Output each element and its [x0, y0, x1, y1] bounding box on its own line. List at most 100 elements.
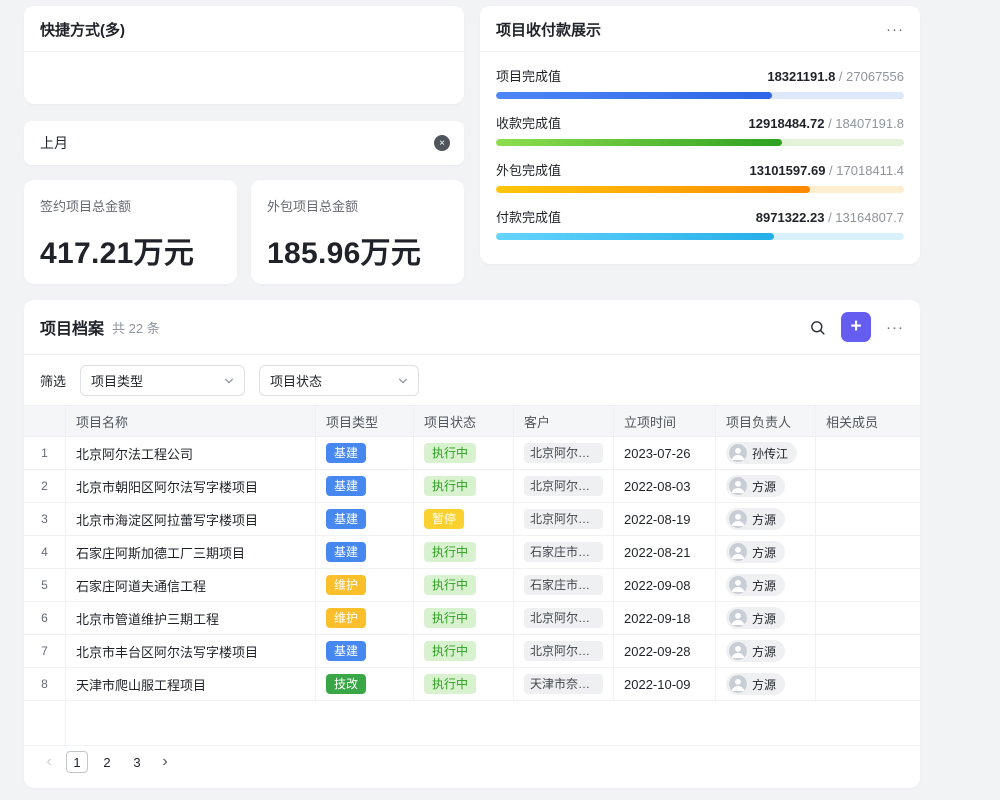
progress-bar — [496, 233, 904, 240]
next-page-icon[interactable]: › — [156, 753, 174, 771]
column-start-date: 立项时间 — [614, 406, 716, 436]
table-row[interactable]: 2北京市朝阳区阿尔法写字楼项目基建执行中北京阿尔法…2022-08-03方源 — [24, 470, 920, 503]
chevron-down-icon — [224, 376, 234, 386]
stat-card-outsourced-total: 外包项目总金额 185.96万元 — [251, 180, 464, 284]
table-actions: + ··· — [809, 312, 904, 342]
pagination: ‹ 123 › — [24, 751, 920, 788]
members-cell — [816, 470, 920, 502]
customer-tag: 北京阿尔法… — [524, 476, 603, 496]
project-status-cell: 暂停 — [414, 503, 514, 535]
project-type-cell: 技改 — [316, 668, 414, 700]
project-name-cell: 石家庄阿道夫通信工程 — [66, 569, 316, 601]
members-cell — [816, 536, 920, 568]
clear-filter-icon[interactable]: × — [434, 135, 450, 151]
progress-value: 8971322.23 / 13164807.7 — [756, 210, 904, 225]
date-filter[interactable]: 上月 × — [24, 121, 464, 165]
table-row[interactable]: 5石家庄阿道夫通信工程维护执行中石家庄市A县2022-09-08方源 — [24, 569, 920, 602]
owner-cell: 方源 — [716, 536, 816, 568]
table-more-icon[interactable]: ··· — [886, 320, 904, 335]
members-cell — [816, 437, 920, 469]
stat-value: 185.96万元 — [267, 228, 448, 272]
table-row[interactable]: 1北京阿尔法工程公司基建执行中北京阿尔法…2023-07-26孙传江 — [24, 437, 920, 470]
table-row[interactable]: 4石家庄阿斯加德工厂三期项目基建执行中石家庄市A县…2022-08-21方源 — [24, 536, 920, 569]
projects-table-card: 项目档案 共 22 条 + ··· 筛选 项目类型 项目状态 项 — [24, 300, 920, 788]
shortcuts-title: 快捷方式(多) — [40, 19, 125, 40]
progress-label: 付款完成值 — [496, 207, 561, 226]
owner-chip: 方源 — [726, 508, 785, 530]
owner-cell: 方源 — [716, 569, 816, 601]
dropdown-label: 项目状态 — [270, 371, 322, 390]
avatar — [729, 444, 747, 462]
type-tag: 基建 — [326, 476, 366, 496]
column-project-type: 项目类型 — [316, 406, 414, 436]
owner-chip: 方源 — [726, 640, 785, 662]
type-tag: 维护 — [326, 608, 366, 628]
status-tag: 执行中 — [424, 575, 476, 595]
members-cell — [816, 635, 920, 667]
project-status-cell: 执行中 — [414, 470, 514, 502]
customer-cell: 石家庄市A县… — [514, 536, 614, 568]
progress-row: 收款完成值12918484.72 / 18407191.8 — [496, 113, 904, 146]
project-type-filter[interactable]: 项目类型 — [80, 365, 245, 396]
payment-card-title: 项目收付款展示 — [496, 19, 601, 40]
column-project-name: 项目名称 — [66, 406, 316, 436]
project-name-cell: 北京市丰台区阿尔法写字楼项目 — [66, 635, 316, 667]
table-row[interactable]: 7北京市丰台区阿尔法写字楼项目基建执行中北京阿尔法…2022-09-28方源 — [24, 635, 920, 668]
owner-chip: 方源 — [726, 607, 785, 629]
start-date-cell: 2022-09-28 — [614, 635, 716, 667]
table-body: 1北京阿尔法工程公司基建执行中北京阿尔法…2023-07-26孙传江2北京市朝阳… — [24, 437, 920, 701]
progress-bar — [496, 186, 904, 193]
progress-bar — [496, 92, 904, 99]
filter-label: 筛选 — [40, 371, 66, 390]
status-tag: 执行中 — [424, 608, 476, 628]
project-name-cell: 北京市管道维护三期工程 — [66, 602, 316, 634]
column-customer: 客户 — [514, 406, 614, 436]
owner-name: 方源 — [752, 676, 776, 693]
page-button[interactable]: 3 — [126, 751, 148, 773]
customer-cell: 石家庄市A县 — [514, 569, 614, 601]
payment-card-header: 项目收付款展示 ··· — [480, 6, 920, 52]
owner-chip: 孙传江 — [726, 442, 797, 464]
customer-cell: 北京阿尔法… — [514, 635, 614, 667]
status-tag: 暂停 — [424, 509, 464, 529]
owner-name: 方源 — [752, 577, 776, 594]
customer-cell: 北京阿尔法… — [514, 503, 614, 535]
avatar — [729, 510, 747, 528]
project-status-filter[interactable]: 项目状态 — [259, 365, 419, 396]
project-name-cell: 石家庄阿斯加德工厂三期项目 — [66, 536, 316, 568]
column-index — [24, 406, 66, 436]
table-row[interactable]: 8天津市爬山服工程项目技改执行中天津市奈文…2022-10-09方源 — [24, 668, 920, 701]
owner-chip: 方源 — [726, 574, 785, 596]
progress-label: 收款完成值 — [496, 113, 561, 132]
owner-cell: 孙传江 — [716, 437, 816, 469]
avatar — [729, 609, 747, 627]
dropdown-label: 项目类型 — [91, 371, 143, 390]
add-record-button[interactable]: + — [841, 312, 871, 342]
customer-tag: 北京阿尔法… — [524, 641, 603, 661]
payment-overview-card: 项目收付款展示 ··· 项目完成值18321191.8 / 27067556收款… — [480, 6, 920, 264]
owner-name: 方源 — [752, 511, 776, 528]
progress-row: 外包完成值13101597.69 / 17018411.4 — [496, 160, 904, 193]
owner-name: 方源 — [752, 544, 776, 561]
owner-chip: 方源 — [726, 673, 785, 695]
stat-label: 外包项目总金额 — [267, 196, 448, 215]
project-name-cell: 天津市爬山服工程项目 — [66, 668, 316, 700]
customer-cell: 天津市奈文… — [514, 668, 614, 700]
progress-list: 项目完成值18321191.8 / 27067556收款完成值12918484.… — [480, 52, 920, 240]
prev-page-icon[interactable]: ‹ — [40, 753, 58, 771]
row-index: 5 — [24, 569, 66, 601]
filter-bar: 筛选 项目类型 项目状态 — [24, 355, 920, 405]
owner-cell: 方源 — [716, 668, 816, 700]
search-icon[interactable] — [809, 319, 826, 336]
more-icon[interactable]: ··· — [886, 22, 904, 37]
project-type-cell: 基建 — [316, 536, 414, 568]
progress-fill — [496, 139, 782, 146]
type-tag: 基建 — [326, 509, 366, 529]
page-button[interactable]: 2 — [96, 751, 118, 773]
page-button[interactable]: 1 — [66, 751, 88, 773]
table-row[interactable]: 3北京市海淀区阿拉蕾写字楼项目基建暂停北京阿尔法…2022-08-19方源 — [24, 503, 920, 536]
table-row[interactable]: 6北京市管道维护三期工程维护执行中北京阿尔法…2022-09-18方源 — [24, 602, 920, 635]
owner-cell: 方源 — [716, 470, 816, 502]
pagination-pages: 123 — [66, 751, 148, 773]
date-filter-value: 上月 — [40, 133, 68, 153]
